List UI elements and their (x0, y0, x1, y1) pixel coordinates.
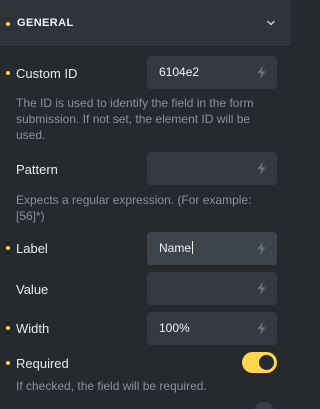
custom-id-description: The ID is used to identify the field in … (16, 96, 254, 142)
width-input[interactable]: 100% (147, 312, 277, 345)
required-label: Required (16, 356, 69, 371)
bolt-icon[interactable] (257, 242, 266, 255)
scroll-button[interactable] (254, 402, 274, 409)
width-label: Width (16, 321, 50, 336)
pattern-input[interactable] (147, 152, 277, 185)
modified-indicator-dot (6, 246, 10, 250)
bolt-icon[interactable] (257, 162, 266, 175)
section-indicator-dot (6, 22, 10, 26)
required-toggle[interactable] (242, 352, 277, 373)
bolt-icon[interactable] (257, 66, 266, 79)
modified-indicator-dot (6, 326, 10, 330)
label-input[interactable]: Name (147, 232, 277, 265)
pattern-label: Pattern (16, 162, 58, 177)
custom-id-value: 6104e2 (159, 65, 200, 79)
toggle-knob (259, 355, 274, 370)
value-label: Value (16, 282, 49, 297)
width-value: 100% (159, 321, 190, 335)
required-description: If checked, the field will be required. (16, 379, 207, 393)
section-header-general[interactable]: GENERAL (0, 0, 291, 47)
label-label: Label (16, 241, 48, 256)
section-title: GENERAL (17, 17, 74, 29)
custom-id-input[interactable]: 6104e2 (147, 56, 277, 89)
label-value: Name (159, 241, 194, 255)
modified-indicator-dot (6, 71, 10, 75)
chevron-down-icon[interactable] (264, 16, 278, 30)
modified-indicator-dot (6, 361, 10, 365)
value-input[interactable] (147, 272, 277, 305)
custom-id-label: Custom ID (16, 66, 78, 81)
pattern-description: Expects a regular expression. (For examp… (16, 193, 252, 223)
bolt-icon[interactable] (257, 322, 266, 335)
text-caret (192, 241, 194, 254)
bolt-icon[interactable] (257, 282, 266, 295)
